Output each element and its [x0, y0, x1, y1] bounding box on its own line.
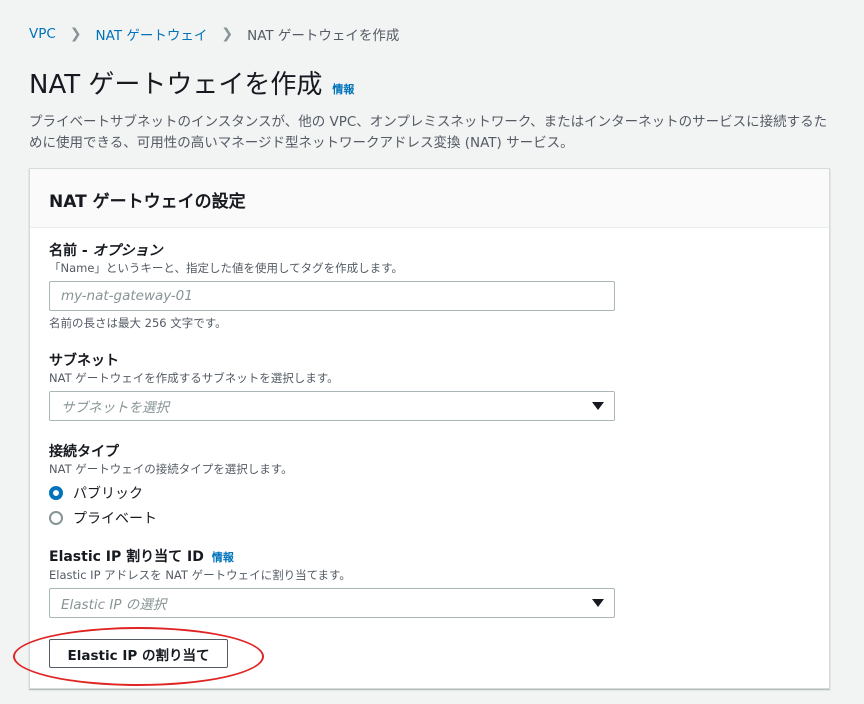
- name-label-text: 名前 -: [49, 243, 93, 259]
- caret-down-icon: [592, 599, 604, 607]
- connectivity-type-label: 接続タイプ: [49, 444, 119, 460]
- nat-gateway-settings-panel: NAT ゲートウェイの設定 名前 - オプション 「Name」というキーと、指定…: [29, 168, 830, 689]
- name-field-constraint: 名前の長さは最大 256 文字です。: [49, 316, 227, 330]
- breadcrumb: VPC ❯ NAT ゲートウェイ ❯ NAT ゲートウェイを作成: [29, 24, 399, 44]
- chevron-right-icon: ❯: [221, 26, 234, 42]
- radio-option-public[interactable]: パブリック: [49, 483, 293, 502]
- panel-header: NAT ゲートウェイの設定: [30, 169, 829, 228]
- name-field: 名前 - オプション 「Name」というキーと、指定した値を使用してタグを作成し…: [49, 242, 615, 331]
- elastic-ip-field: Elastic IP 割り当て ID 情報 Elastic IP アドレスを NA…: [49, 548, 615, 618]
- panel-title: NAT ゲートウェイの設定: [49, 192, 246, 212]
- subnet-field-description: NAT ゲートウェイを作成するサブネットを選択します。: [49, 371, 339, 385]
- subnet-select-placeholder: サブネットを選択: [61, 400, 169, 416]
- connectivity-type-description: NAT ゲートウェイの接続タイプを選択します。: [49, 462, 293, 476]
- breadcrumb-current: NAT ゲートウェイを作成: [247, 28, 400, 44]
- elastic-ip-label: Elastic IP 割り当て ID: [49, 549, 204, 565]
- radio-unselected-icon[interactable]: [49, 510, 63, 525]
- elastic-ip-label-row: Elastic IP 割り当て ID 情報: [49, 548, 615, 567]
- name-field-description: 「Name」というキーと、指定した値を使用してタグを作成します。: [49, 261, 403, 275]
- radio-label-private: プライベート: [73, 510, 157, 527]
- elastic-ip-select-placeholder: Elastic IP の選択: [61, 597, 167, 613]
- breadcrumb-link-vpc[interactable]: VPC: [29, 26, 56, 42]
- breadcrumb-link-nat-gateway[interactable]: NAT ゲートウェイ: [96, 24, 208, 44]
- connectivity-type-field: 接続タイプ NAT ゲートウェイの接続タイプを選択します。 パブリック プライベ…: [49, 443, 293, 527]
- elastic-ip-select[interactable]: Elastic IP の選択: [49, 588, 615, 618]
- page-title: NAT ゲートウェイを作成: [29, 70, 323, 100]
- red-highlight-ellipse: [13, 627, 264, 686]
- name-field-label: 名前 - オプション: [49, 242, 615, 260]
- elastic-ip-description: Elastic IP アドレスを NAT ゲートウェイに割り当てます。: [49, 568, 351, 582]
- page-description: プライベートサブネットのインスタンスが、他の VPC、オンプレミスネットワーク、…: [29, 114, 828, 151]
- page-header: NAT ゲートウェイを作成 情報: [29, 64, 354, 101]
- subnet-field: サブネット NAT ゲートウェイを作成するサブネットを選択します。 サブネットを…: [49, 352, 615, 421]
- subnet-select[interactable]: サブネットを選択: [49, 391, 615, 421]
- caret-down-icon: [592, 402, 604, 410]
- page-info-link[interactable]: 情報: [332, 81, 354, 97]
- radio-selected-icon[interactable]: [49, 485, 63, 500]
- radio-label-public: パブリック: [73, 485, 143, 502]
- name-input[interactable]: [49, 281, 615, 311]
- radio-option-private[interactable]: プライベート: [49, 508, 293, 527]
- elastic-ip-info-link[interactable]: 情報: [212, 551, 234, 564]
- chevron-right-icon: ❯: [69, 26, 82, 42]
- optional-label: オプション: [92, 243, 163, 259]
- subnet-field-label: サブネット: [49, 353, 119, 369]
